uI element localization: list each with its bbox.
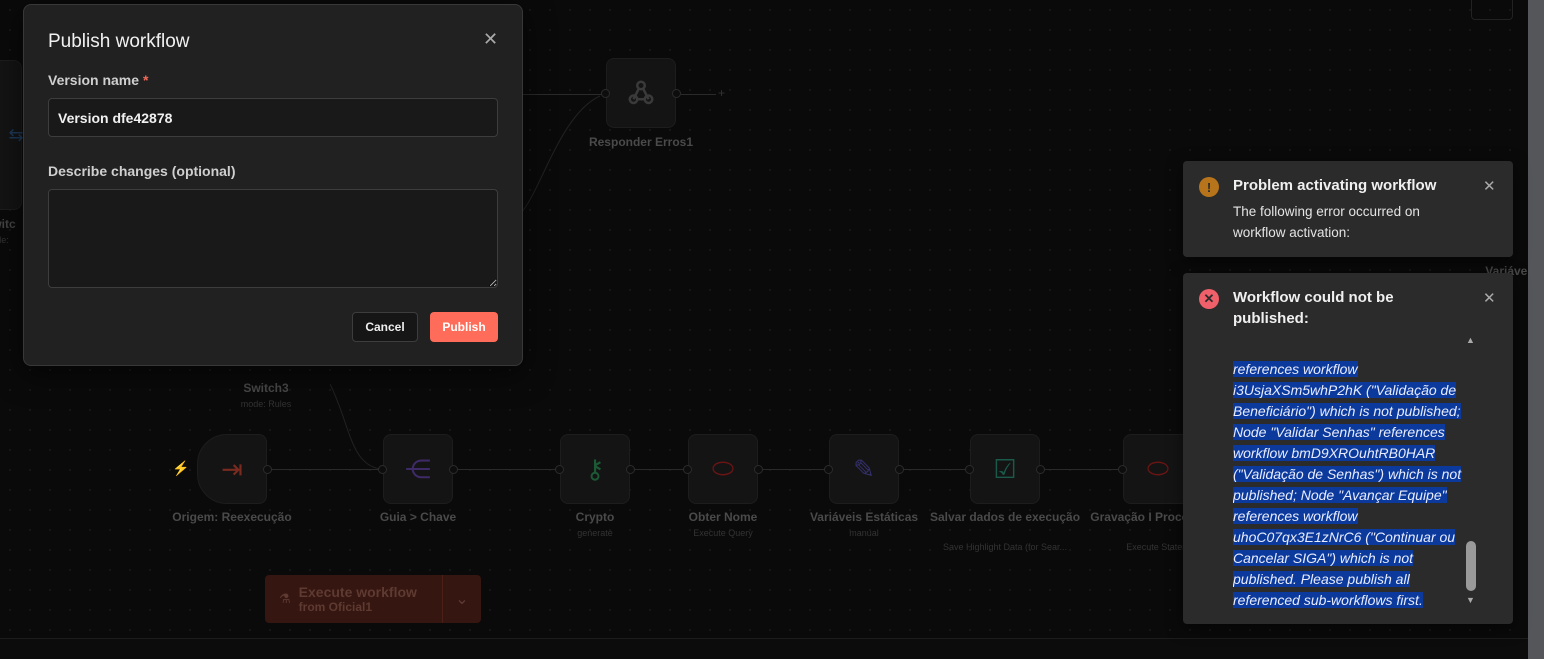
node-label: Salvar dados de execução — [929, 510, 1081, 524]
connection-handle[interactable] — [263, 465, 272, 474]
split-icon: ⋲ — [405, 453, 431, 484]
node-subtitle: Execute Query — [693, 528, 753, 538]
version-name-label: Version name — [48, 72, 140, 88]
webhook-icon — [628, 80, 654, 105]
node-label: Guia > Chave — [379, 510, 457, 524]
responder-erros-node[interactable] — [606, 58, 676, 128]
workflow-node[interactable]: ⋲ — [383, 434, 453, 504]
execute-dropdown-button[interactable]: ⌄ — [441, 575, 481, 623]
node-label: Variáveis Estáticas — [809, 510, 919, 524]
error-message: references workflow i3UsjaXSm5whP2hK ("V… — [1233, 361, 1462, 608]
close-icon[interactable]: ✕ — [483, 30, 498, 48]
toast-publish-error: ✕ Workflow could not be published: ✕ ref… — [1183, 273, 1513, 624]
workflow-node[interactable]: ⬭ — [688, 434, 758, 504]
warning-icon: ! — [1199, 177, 1219, 197]
node-label: Obter Nome — [688, 510, 758, 524]
database-icon: ⬭ — [1146, 453, 1170, 483]
connection-handle[interactable] — [449, 465, 458, 474]
cancel-button[interactable]: Cancel — [352, 312, 418, 342]
execute-workflow-button[interactable]: ⚗ Execute workflow from Oficial1 ⌄ — [265, 575, 481, 623]
key-icon: ⚷ — [585, 453, 605, 484]
node-label: Origem: Reexecução — [172, 510, 292, 524]
connection-handle[interactable] — [1036, 465, 1045, 474]
scroll-up-icon[interactable]: ▲ — [1466, 335, 1475, 345]
node-subtitle: manual — [849, 528, 879, 538]
connection-handle[interactable] — [895, 465, 904, 474]
close-icon[interactable]: ✕ — [1483, 290, 1496, 308]
connection-handle[interactable] — [754, 465, 763, 474]
node-label: Switch3 — [243, 381, 289, 395]
workflow-node[interactable]: ☑ — [970, 434, 1040, 504]
sign-out-icon: ⇥ — [221, 453, 243, 484]
switch-node-partial[interactable]: ⇆ — [0, 60, 24, 210]
toast-title: Workflow could not be published: — [1233, 289, 1394, 327]
pencil-icon: ✎ — [853, 453, 875, 484]
chevron-down-icon: ⌄ — [455, 591, 469, 608]
workflow-node[interactable]: ✎ — [829, 434, 899, 504]
node-subtitle: Save Highlight Data (for Sear... — [942, 542, 1068, 552]
publish-button[interactable]: Publish — [430, 312, 498, 342]
page-scrollbar[interactable] — [1528, 0, 1544, 659]
add-node-icon[interactable]: + — [718, 86, 725, 100]
workflow-node[interactable]: ⚷ — [560, 434, 630, 504]
connection-handle[interactable] — [824, 465, 833, 474]
toast-problem-activating: ! Problem activating workflow The follow… — [1183, 161, 1513, 257]
execute-label: Execute workflow — [298, 584, 417, 600]
bottom-bar — [0, 638, 1528, 659]
connection-handle[interactable] — [555, 465, 564, 474]
toast-title: Problem activating workflow — [1233, 177, 1437, 194]
connection-handle[interactable] — [378, 465, 387, 474]
database-icon: ⬭ — [711, 453, 735, 483]
connection-handle[interactable] — [683, 465, 692, 474]
version-name-input[interactable] — [48, 98, 498, 137]
flask-icon: ⚗ — [279, 591, 291, 606]
publish-workflow-modal: Publish workflow ✕ Version name * Descri… — [23, 4, 523, 366]
trigger-bolt-icon: ⚡ — [172, 460, 190, 476]
switch-icon: ⇆ — [8, 124, 24, 145]
node-subtitle: mode: Rules — [240, 399, 292, 409]
execute-sub: from Oficial1 — [298, 600, 373, 614]
scrollbar-thumb[interactable] — [1466, 541, 1476, 591]
describe-changes-label: Describe changes (optional) — [48, 163, 236, 179]
close-icon[interactable]: ✕ — [1483, 178, 1496, 196]
checklist-icon: ☑ — [993, 453, 1017, 484]
connection-handle[interactable] — [626, 465, 635, 474]
toast-body: The following error occurred on workflow… — [1233, 204, 1420, 240]
panel-toggle-button[interactable] — [1471, 0, 1513, 20]
workflow-node[interactable]: ⇥ — [197, 434, 267, 504]
connection-handle[interactable] — [1118, 465, 1127, 474]
required-mark: * — [142, 72, 149, 88]
scroll-down-icon[interactable]: ▼ — [1466, 595, 1475, 605]
connection-handle[interactable] — [965, 465, 974, 474]
error-icon: ✕ — [1199, 289, 1219, 309]
error-message-scroll[interactable]: references workflow i3UsjaXSm5whP2hK ("V… — [1233, 327, 1473, 611]
modal-title: Publish workflow — [48, 31, 190, 52]
describe-changes-textarea[interactable] — [48, 189, 498, 288]
